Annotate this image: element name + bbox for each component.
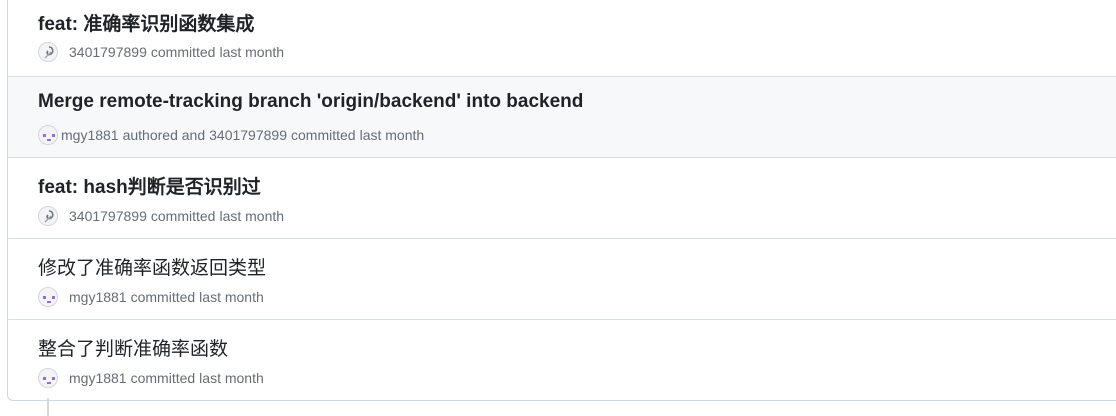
commit-title-link[interactable]: 整合了判断准确率函数 [38, 334, 228, 361]
commit-meta: 3401797899 committed last month [38, 205, 284, 227]
authored-text: authored and [122, 127, 206, 143]
committed-text: committed [130, 370, 196, 386]
purple-face-avatar-icon[interactable] [38, 368, 58, 388]
author-link[interactable]: mgy1881 [61, 127, 119, 143]
committed-text: committed [150, 208, 216, 224]
commit-time: last month [219, 44, 285, 60]
commit-meta: mgy1881 committed last month [38, 367, 264, 389]
commit-time: last month [359, 127, 425, 143]
spiral-avatar-icon[interactable] [38, 42, 58, 62]
commit-list: feat: 准确率识别函数集成 3401797899 committed las… [7, 0, 1116, 401]
commit-title-link[interactable]: Merge remote-tracking branch 'origin/bac… [38, 91, 583, 113]
commit-title-link[interactable]: feat: hash判断是否识别过 [38, 172, 261, 199]
commit-time: last month [199, 370, 264, 386]
commit-row: 整合了判断准确率函数 mgy1881 committed last month [8, 319, 1116, 400]
timeline-line [47, 398, 49, 416]
committer-link[interactable]: 3401797899 [69, 208, 147, 224]
commit-meta: mgy1881 committed last month [38, 286, 264, 308]
committed-text: committed [150, 44, 216, 60]
commit-title-link[interactable]: 修改了准确率函数返回类型 [38, 253, 266, 280]
commit-row: Merge remote-tracking branch 'origin/bac… [8, 76, 1116, 157]
spiral-avatar-icon[interactable] [38, 206, 58, 226]
committer-link[interactable]: 3401797899 [209, 127, 287, 143]
committer-link[interactable]: mgy1881 [69, 289, 127, 305]
commit-row: feat: 准确率识别函数集成 3401797899 committed las… [8, 0, 1116, 76]
commit-meta: 3401797899 committed last month [38, 41, 284, 63]
commit-title-link[interactable]: feat: 准确率识别函数集成 [38, 9, 254, 36]
commit-time: last month [199, 289, 264, 305]
purple-face-avatar-icon[interactable] [38, 125, 58, 145]
commit-meta: mgy1881 authored and 3401797899 committe… [38, 124, 424, 146]
commit-time: last month [219, 208, 285, 224]
committed-text: committed [291, 127, 356, 143]
commit-row: 修改了准确率函数返回类型 mgy1881 committed last mont… [8, 238, 1116, 319]
committer-link[interactable]: 3401797899 [69, 44, 147, 60]
committed-text: committed [130, 289, 196, 305]
purple-face-avatar-icon[interactable] [38, 287, 58, 307]
commit-row: feat: hash判断是否识别过 3401797899 committed l… [8, 157, 1116, 238]
committer-link[interactable]: mgy1881 [69, 370, 127, 386]
